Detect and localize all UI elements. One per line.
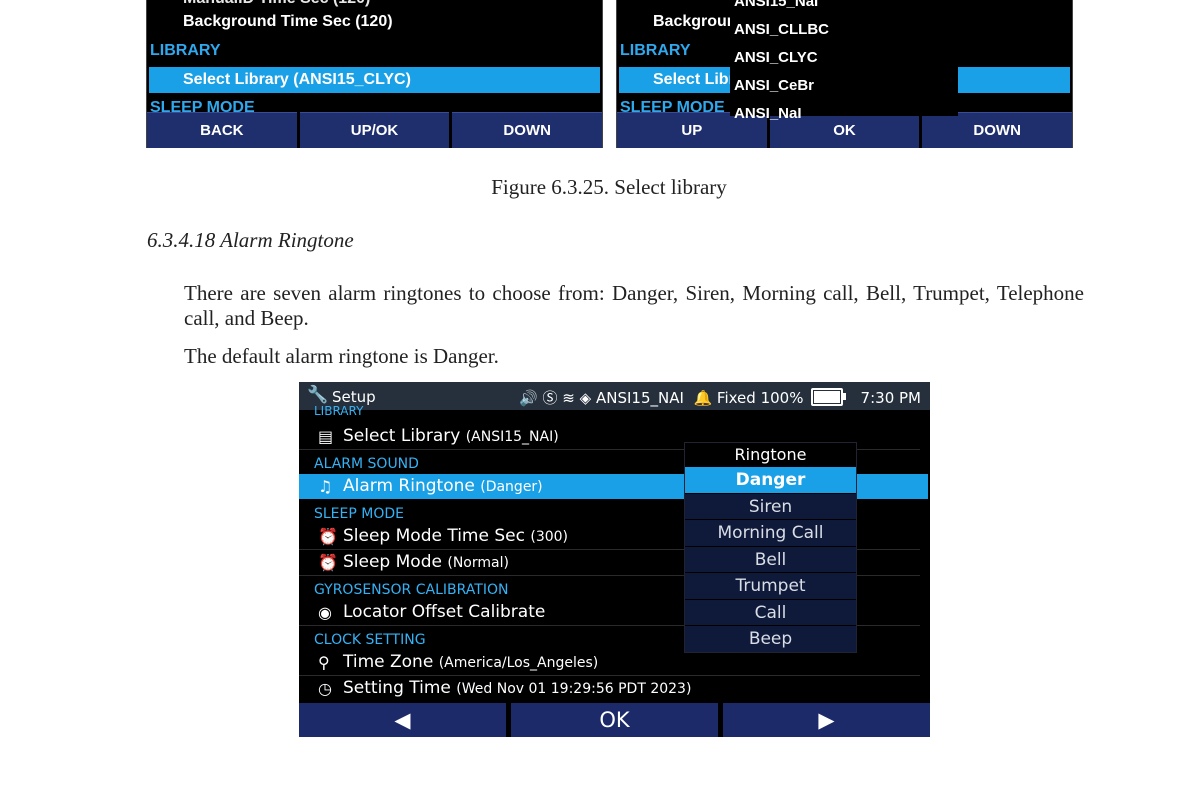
row-value: (Normal) [447, 555, 509, 571]
row-value: (Wed Nov 01 19:29:56 PDT 2023) [456, 681, 692, 697]
ok-button[interactable]: OK [511, 703, 718, 737]
left-arrow-button[interactable]: ◀ [299, 703, 506, 737]
manualid-row[interactable]: ManualID Time Sec (120) [183, 0, 602, 8]
row-label: Setting Time [343, 678, 451, 698]
target-icon: ◉ [318, 603, 332, 622]
row-value: (300) [530, 529, 569, 545]
ringtone-option[interactable]: Call [685, 598, 856, 626]
alarm-sound-section-label: ALARM SOUND [314, 456, 419, 472]
figure-caption: Figure 6.3.25. Select library [491, 175, 727, 199]
speaker-icon: 🔊 [519, 389, 538, 407]
alarm-clock-icon: ⏰ [318, 553, 338, 572]
battery-percent: 100% [760, 389, 804, 407]
nav-bar: ◀ OK ▶ [299, 703, 930, 737]
row-value: (Danger) [480, 479, 543, 495]
ringtone-option[interactable]: Morning Call [685, 519, 856, 546]
status-time: 7:30 PM [860, 389, 921, 407]
body-paragraph: The default alarm ringtone is Danger. [184, 344, 499, 368]
status-mode: Fixed [716, 389, 756, 407]
alarm-clock-icon: ⏰ [318, 527, 338, 546]
library-option[interactable]: ANSI_NaI [730, 100, 958, 128]
ringtone-option[interactable]: Danger [685, 466, 856, 493]
library-option[interactable]: ANSI_CeBr [730, 72, 958, 100]
ringtone-option[interactable]: Siren [685, 492, 856, 520]
status-library: ANSI15_NAI [595, 389, 684, 407]
row-value: (ANSI15_NAI) [465, 429, 559, 445]
row-label: Sleep Mode [343, 552, 442, 572]
library-option[interactable]: ANSI15_NaI [730, 0, 958, 16]
library-section-label: LIBRARY [314, 404, 364, 418]
ringtone-option[interactable]: Bell [685, 545, 856, 573]
gyro-section-label: GYROSENSOR CALIBRATION [314, 582, 509, 598]
row-label: Select Library [343, 426, 461, 446]
ringtone-dropdown: Ringtone Danger Siren Morning Call Bell Trum… [684, 442, 857, 653]
status-bar: 🔧 Setup 🔊 Ⓢ ≋ ◈ ANSI15_NAI 🔔 Fixed 100% … [299, 382, 930, 410]
row-label: Alarm Ringtone [343, 476, 475, 496]
device-screen: 🔧 Setup 🔊 Ⓢ ≋ ◈ ANSI15_NAI 🔔 Fixed 100% … [299, 382, 930, 737]
battery-fill [814, 391, 841, 403]
battery-icon [811, 388, 847, 406]
section-heading: 6.3.4.18 Alarm Ringtone [147, 228, 354, 252]
ringtone-option[interactable]: Trumpet [685, 572, 856, 599]
library-section-label: LIBRARY [150, 42, 221, 59]
music-icon: ♫ [318, 477, 333, 496]
layers-icon: ◈ [579, 389, 592, 407]
row-label: Locator Offset Calibrate [343, 602, 546, 622]
library-dropdown: ANSI15_NaI ANSI_CLLBC ANSI_CLYC ANSI_CeB… [730, 0, 958, 122]
right-arrow-button[interactable]: ▶ [723, 703, 930, 737]
clock-setting-section-label: CLOCK SETTING [314, 632, 426, 648]
background-time-row[interactable]: Background Time Sec (120) [183, 13, 602, 31]
sleep-mode-section-label: SLEEP MODE [314, 506, 404, 522]
select-library-label: Select Library (ANSI15_CLYC) [183, 71, 411, 88]
select-library-row[interactable]: Select Library (ANSI15_CLYC) [149, 67, 600, 93]
right-device-screen: Backgroun LIBRARY Select Libr SLEEP MODE… [616, 0, 1073, 148]
dropdown-header: Ringtone [685, 443, 856, 466]
select-library-label: Select Libr [653, 71, 735, 88]
library-option[interactable]: ANSI_CLYC [730, 44, 958, 72]
library-option[interactable]: ANSI_CLLBC [730, 16, 958, 44]
s-icon: Ⓢ [542, 389, 558, 407]
down-button[interactable]: DOWN [452, 112, 602, 148]
left-device-screen: ManualID Time Sec (120) Background Time … [146, 0, 603, 148]
button-bar: BACK UP/OK DOWN [147, 112, 602, 148]
bell-icon: 🔔 [693, 389, 713, 407]
row-label: Sleep Mode Time Sec [343, 526, 525, 546]
wifi-icon: ≋ [562, 389, 575, 407]
row-value: (America/Los_Angeles) [438, 655, 599, 671]
back-button[interactable]: BACK [147, 112, 297, 148]
location-pin-icon: ⚲ [318, 653, 330, 672]
clock-icon: ◷ [318, 679, 332, 698]
row-label: Time Zone [343, 652, 434, 672]
ringtone-option[interactable]: Beep [685, 625, 856, 652]
setting-time-row[interactable]: ◷ Setting Time (Wed Nov 01 19:29:56 PDT … [299, 676, 920, 701]
up-ok-button[interactable]: UP/OK [299, 112, 450, 148]
time-zone-row[interactable]: ⚲ Time Zone (America/Los_Angeles) [299, 650, 920, 676]
wrench-icon: 🔧 [307, 385, 329, 405]
library-icon: ▤ [318, 427, 334, 446]
status-indicators: 🔊 Ⓢ ≋ ◈ ANSI15_NAI 🔔 Fixed 100% 7:30 PM [519, 387, 921, 408]
body-paragraph: There are seven alarm ringtones to choos… [184, 281, 1084, 330]
